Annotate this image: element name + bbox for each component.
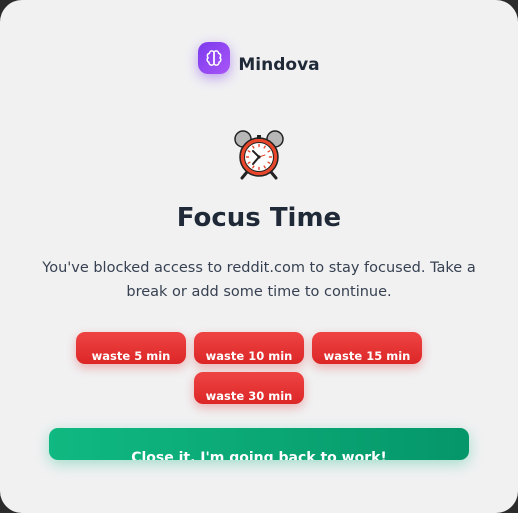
- brand-header: Mindova: [0, 42, 518, 80]
- brand-name: Mindova: [238, 55, 320, 75]
- close-tab-button[interactable]: Close it, I'm going back to work!: [49, 428, 469, 460]
- waste-15-min-button[interactable]: waste 15 min: [312, 332, 422, 364]
- waste-10-min-button[interactable]: waste 10 min: [194, 332, 304, 364]
- page-title: Focus Time: [176, 203, 342, 233]
- waste-5-min-button[interactable]: waste 5 min: [76, 332, 186, 364]
- brain-icon: [198, 42, 231, 74]
- block-message: You've blocked access to reddit.com to s…: [42, 260, 476, 300]
- waste-30-min-button[interactable]: waste 30 min: [194, 372, 304, 404]
- alarm-clock-icon: [231, 126, 287, 182]
- focus-block-card: Mindova Focus Time You've blocked access…: [0, 0, 518, 513]
